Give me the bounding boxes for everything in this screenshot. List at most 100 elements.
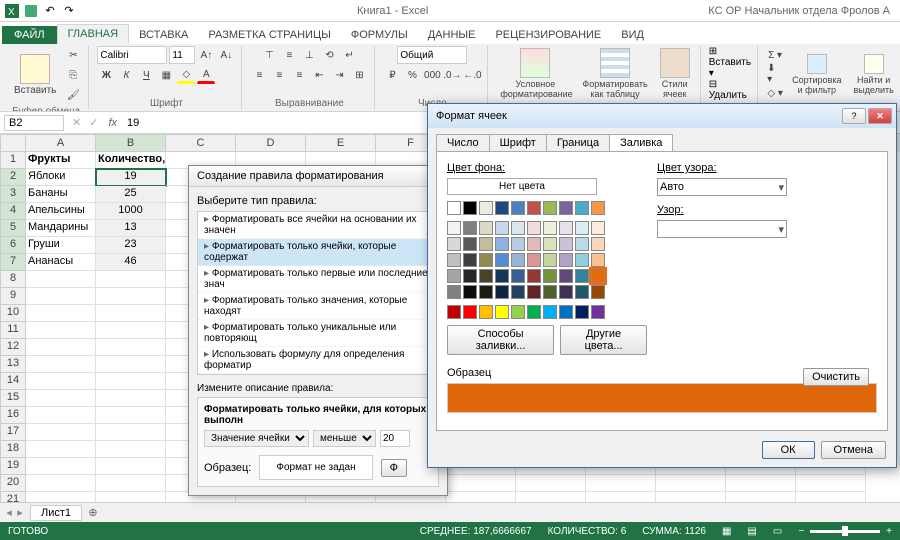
rowhead[interactable]: 19 [0,458,26,475]
color-swatch[interactable] [447,201,461,215]
view-pagebreak-icon[interactable]: ▭ [773,526,782,537]
rowhead[interactable]: 1 [0,152,26,169]
sheet-tab[interactable]: Лист1 [30,505,82,521]
cell[interactable] [96,475,166,492]
color-swatch[interactable] [495,221,509,235]
colhead-c[interactable]: C [166,134,236,152]
save-icon[interactable] [23,3,39,19]
cell[interactable] [796,475,866,492]
cell[interactable] [26,441,96,458]
cell[interactable]: 23 [96,237,166,254]
rowhead[interactable]: 7 [0,254,26,271]
condition-target-select[interactable]: Значение ячейки [204,430,309,447]
condition-operator-select[interactable]: меньше [313,430,376,447]
cell[interactable] [96,339,166,356]
indent-dec-icon[interactable]: ⇤ [310,66,328,84]
color-swatch[interactable] [463,285,477,299]
font-color-icon[interactable]: A [197,66,215,84]
more-colors-button[interactable]: Другие цвета... [560,325,647,355]
align-top-icon[interactable]: ⊤ [260,46,278,64]
color-swatch[interactable] [511,305,525,319]
rowhead[interactable]: 3 [0,186,26,203]
cell[interactable] [26,424,96,441]
cell[interactable]: 13 [96,220,166,237]
rowhead[interactable]: 9 [0,288,26,305]
rowhead[interactable]: 15 [0,390,26,407]
conditional-formatting-button[interactable]: Условное форматирование [496,46,574,101]
tab-review[interactable]: РЕЦЕНЗИРОВАНИЕ [485,26,611,44]
rowhead[interactable]: 16 [0,407,26,424]
rule-type-item[interactable]: Форматировать все ячейки на основании их… [198,212,438,239]
color-swatch[interactable] [511,253,525,267]
color-swatch[interactable] [479,201,493,215]
cell[interactable] [26,288,96,305]
sort-filter-button[interactable]: Сортировка и фильтр [788,52,845,97]
rowhead[interactable]: 10 [0,305,26,322]
cell[interactable] [446,475,516,492]
align-middle-icon[interactable]: ≡ [280,46,298,64]
rowhead[interactable]: 4 [0,203,26,220]
rowhead[interactable]: 18 [0,441,26,458]
cell[interactable]: Фрукты [26,152,96,169]
cell[interactable]: Груши [26,237,96,254]
bold-button[interactable]: Ж [97,66,115,84]
comma-icon[interactable]: 000 [423,66,441,84]
format-as-table-button[interactable]: Форматировать как таблицу [578,46,651,101]
border-icon[interactable]: ▦ [157,66,175,84]
align-center-icon[interactable]: ≡ [270,66,288,84]
color-swatch[interactable] [527,221,541,235]
rowhead[interactable]: 20 [0,475,26,492]
add-sheet-icon[interactable]: ⊕ [84,506,102,519]
cancel-button[interactable]: Отмена [821,441,886,459]
colhead-a[interactable]: A [26,134,96,152]
tab-number[interactable]: Число [436,134,490,151]
fill-icon[interactable]: ⬇ ▾ [766,65,784,83]
font-size-input[interactable] [169,46,195,64]
undo-icon[interactable]: ↶ [42,3,58,19]
fill-color-icon[interactable]: ◇ [177,66,195,84]
cell[interactable] [96,373,166,390]
tab-file[interactable]: ФАЙЛ [2,26,57,44]
cell[interactable] [96,441,166,458]
tab-home[interactable]: ГЛАВНАЯ [57,24,129,44]
cell[interactable]: Количество, кг [96,152,166,169]
dialog-titlebar[interactable]: Формат ячеек ? ✕ [428,104,896,128]
wrap-text-icon[interactable]: ↵ [340,46,358,64]
color-swatch[interactable] [575,221,589,235]
cell[interactable] [96,322,166,339]
cell[interactable] [96,424,166,441]
rowhead[interactable]: 8 [0,271,26,288]
tab-font[interactable]: Шрифт [489,134,547,151]
cell[interactable] [26,271,96,288]
fill-effects-button[interactable]: Способы заливки... [447,325,554,355]
color-swatch[interactable] [543,285,557,299]
rule-type-item[interactable]: Форматировать только уникальные или повт… [198,320,438,347]
paste-button[interactable]: Вставить [10,52,60,98]
cell[interactable] [96,458,166,475]
color-swatch[interactable] [495,285,509,299]
rule-type-item[interactable]: Форматировать только значения, которые н… [198,293,438,320]
cell[interactable]: Ананасы [26,254,96,271]
zoom-slider[interactable]: − + [798,526,892,537]
cell[interactable]: Яблоки [26,169,96,186]
color-swatch[interactable] [479,305,493,319]
color-swatch[interactable] [479,269,493,283]
sheet-nav-next-icon[interactable]: ▸ [15,506,25,519]
merge-icon[interactable]: ⊞ [350,66,368,84]
rule-type-list[interactable]: Форматировать все ячейки на основании их… [197,211,439,375]
color-swatch[interactable] [543,269,557,283]
colhead-e[interactable]: E [306,134,376,152]
color-swatch[interactable] [575,237,589,251]
ok-button[interactable]: ОК [762,441,815,459]
color-swatch[interactable] [559,201,573,215]
color-swatch[interactable] [575,253,589,267]
cell[interactable] [26,407,96,424]
cancel-formula-icon[interactable]: ✕ [68,116,85,129]
cell[interactable] [96,288,166,305]
color-swatch[interactable] [447,305,461,319]
indent-inc-icon[interactable]: ⇥ [330,66,348,84]
color-swatch[interactable] [591,237,605,251]
rowhead[interactable]: 2 [0,169,26,186]
rowhead[interactable]: 12 [0,339,26,356]
color-swatch[interactable] [527,201,541,215]
